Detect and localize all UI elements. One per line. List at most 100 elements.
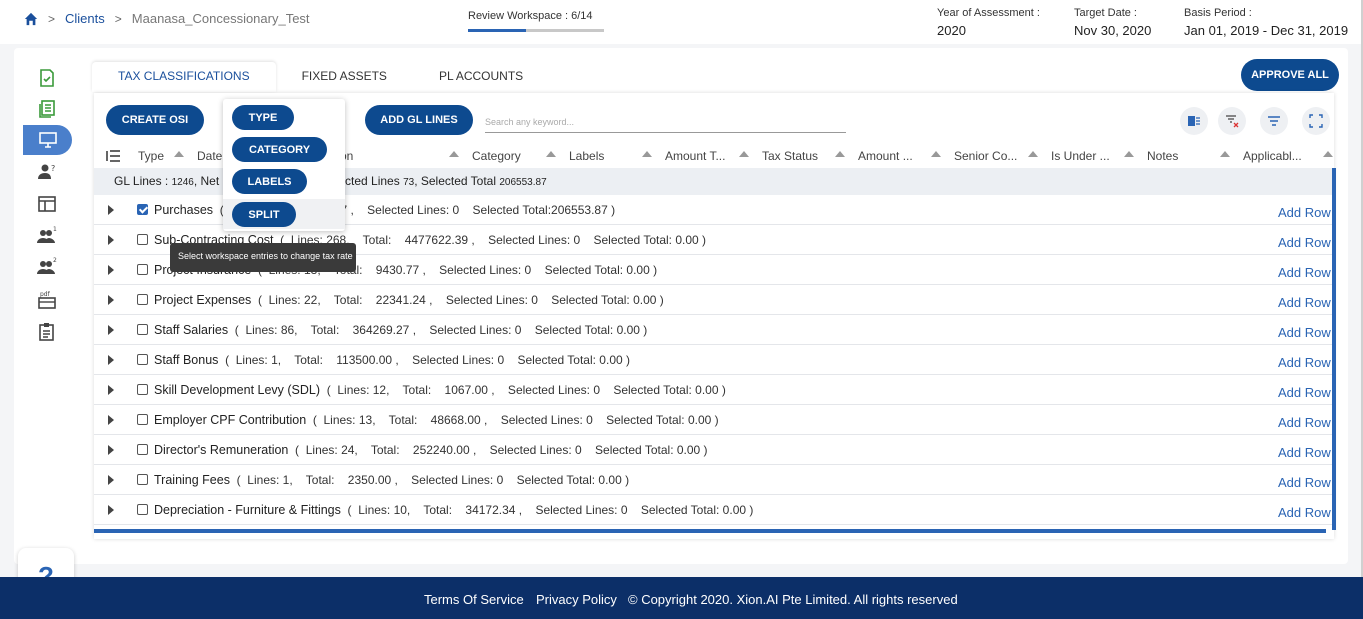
row-detail: ( Lines: 1, Total: 2350.00 , Selected Li… xyxy=(229,473,630,487)
table-row[interactable]: Skill Development Levy (SDL) ( Lines: 12… xyxy=(94,375,1332,405)
expand-icon[interactable] xyxy=(108,205,114,215)
table-row[interactable]: Staff Salaries ( Lines: 86, Total: 36426… xyxy=(94,315,1332,345)
filter-icon xyxy=(1268,116,1280,126)
privacy-link[interactable]: Privacy Policy xyxy=(536,592,617,607)
clear-filter-button[interactable] xyxy=(1218,107,1246,135)
column-header-amount[interactable]: Amount ... xyxy=(835,149,913,163)
add-row-link[interactable]: Add Row xyxy=(1278,205,1331,220)
column-header-labels[interactable]: Labels xyxy=(546,149,604,163)
sidebar-item-layout[interactable] xyxy=(23,189,71,219)
expand-icon[interactable] xyxy=(108,445,114,455)
add-row-link[interactable]: Add Row xyxy=(1278,475,1331,490)
menu-split-button[interactable]: SPLIT xyxy=(232,202,296,227)
expand-icon[interactable] xyxy=(108,415,114,425)
terms-link[interactable]: Terms Of Service xyxy=(424,592,524,607)
table-row[interactable]: Employer CPF Contribution ( Lines: 13, T… xyxy=(94,405,1332,435)
sidebar-item-clipboard[interactable] xyxy=(23,317,71,347)
svg-text:?: ? xyxy=(51,164,55,173)
menu-category-button[interactable]: CATEGORY xyxy=(232,137,327,162)
expand-icon[interactable] xyxy=(108,355,114,365)
row-checkbox[interactable] xyxy=(137,474,148,485)
target-date: Target Date : Nov 30, 2020 xyxy=(1074,7,1151,38)
row-options-icon[interactable] xyxy=(106,150,120,162)
sidebar-item-workspace[interactable] xyxy=(23,125,72,155)
table-row[interactable]: Project Expenses ( Lines: 22, Total: 223… xyxy=(94,285,1332,315)
horizontal-scrollbar[interactable] xyxy=(94,529,1326,533)
progress-track xyxy=(468,29,604,32)
row-checkbox[interactable] xyxy=(137,264,148,275)
row-info: Director's Remuneration ( Lines: 24, Tot… xyxy=(154,443,708,457)
column-header-type[interactable]: Type xyxy=(138,149,184,163)
vertical-scrollbar[interactable] xyxy=(1332,168,1336,530)
breadcrumb-clients-link[interactable]: Clients xyxy=(65,11,105,26)
table-row[interactable]: Director's Remuneration ( Lines: 24, Tot… xyxy=(94,435,1332,465)
add-row-link[interactable]: Add Row xyxy=(1278,385,1331,400)
tab-tax-classifications[interactable]: TAX CLASSIFICATIONS xyxy=(92,62,276,92)
add-row-link[interactable]: Add Row xyxy=(1278,505,1331,520)
row-checkbox[interactable] xyxy=(137,324,148,335)
row-checkbox[interactable] xyxy=(137,384,148,395)
expand-icon[interactable] xyxy=(108,505,114,515)
sidebar-item-user-query[interactable]: ? xyxy=(23,157,71,187)
add-row-link[interactable]: Add Row xyxy=(1278,325,1331,340)
basis-value: Jan 01, 2019 - Dec 31, 2019 xyxy=(1184,23,1349,38)
create-osi-button[interactable]: CREATE OSI xyxy=(106,105,204,135)
expand-icon[interactable] xyxy=(108,325,114,335)
row-checkbox[interactable] xyxy=(137,414,148,425)
column-header-is-under[interactable]: Is Under ... xyxy=(1028,149,1110,163)
fullscreen-icon xyxy=(1309,114,1323,128)
expand-icon[interactable] xyxy=(108,385,114,395)
row-checkbox[interactable] xyxy=(137,354,148,365)
row-checkbox[interactable] xyxy=(137,204,148,215)
tab-fixed-assets[interactable]: FIXED ASSETS xyxy=(276,62,413,92)
menu-labels-button[interactable]: LABELS xyxy=(232,169,307,194)
row-info: Skill Development Levy (SDL) ( Lines: 12… xyxy=(154,383,726,397)
row-info: Training Fees ( Lines: 1, Total: 2350.00… xyxy=(154,473,629,487)
expand-icon[interactable] xyxy=(108,265,114,275)
sidebar-item-users-1[interactable]: 1 xyxy=(23,221,71,251)
fullscreen-button[interactable] xyxy=(1302,107,1330,135)
column-header-tax-status[interactable]: Tax Status xyxy=(739,149,818,163)
column-header-category[interactable]: Category xyxy=(449,149,521,163)
table-row[interactable]: Staff Bonus ( Lines: 1, Total: 113500.00… xyxy=(94,345,1332,375)
row-info: Staff Bonus ( Lines: 1, Total: 113500.00… xyxy=(154,353,630,367)
row-checkbox[interactable] xyxy=(137,234,148,245)
column-header-notes[interactable]: Notes xyxy=(1124,149,1178,163)
row-detail: ( Lines: 13, Total: 48668.00 , Selected … xyxy=(306,413,719,427)
expand-icon[interactable] xyxy=(108,295,114,305)
column-header-senior-co[interactable]: Senior Co... xyxy=(931,149,1017,163)
add-row-link[interactable]: Add Row xyxy=(1278,265,1331,280)
filter-button[interactable] xyxy=(1260,107,1288,135)
expand-icon[interactable] xyxy=(108,235,114,245)
sidebar-item-tasks[interactable] xyxy=(23,63,71,93)
search-input[interactable] xyxy=(485,111,846,133)
add-gl-lines-button[interactable]: ADD GL LINES xyxy=(365,105,473,135)
add-row-link[interactable]: Add Row xyxy=(1278,235,1331,250)
add-row-link[interactable]: Add Row xyxy=(1278,355,1331,370)
table-row[interactable]: Depreciation - Furniture & Fittings ( Li… xyxy=(94,495,1332,525)
sidebar-item-pdf[interactable]: pdf xyxy=(23,285,71,315)
approve-all-button[interactable]: APPROVE ALL xyxy=(1241,59,1339,91)
home-icon[interactable] xyxy=(24,12,38,26)
row-checkbox[interactable] xyxy=(137,294,148,305)
add-row-link[interactable]: Add Row xyxy=(1278,295,1331,310)
sidebar-item-users-2[interactable]: 2 xyxy=(23,252,71,282)
add-row-link[interactable]: Add Row xyxy=(1278,415,1331,430)
column-header-amount-tax[interactable]: Amount T... xyxy=(642,149,725,163)
row-info: Employer CPF Contribution ( Lines: 13, T… xyxy=(154,413,719,427)
column-header-applicable[interactable]: Applicabl... xyxy=(1220,149,1333,163)
table-row[interactable]: Training Fees ( Lines: 1, Total: 2350.00… xyxy=(94,465,1332,495)
tab-pl-accounts[interactable]: PL ACCOUNTS xyxy=(413,62,549,92)
target-label: Target Date : xyxy=(1074,7,1137,19)
menu-type-button[interactable]: TYPE xyxy=(232,105,294,130)
column-settings-button[interactable] xyxy=(1180,107,1208,135)
expand-icon[interactable] xyxy=(108,475,114,485)
row-checkbox[interactable] xyxy=(137,504,148,515)
column-amount-label: Amount ... xyxy=(858,149,913,163)
selected-lines-value: 73 xyxy=(403,177,415,188)
sidebar-item-documents[interactable] xyxy=(23,94,71,124)
column-header-date[interactable]: Date xyxy=(197,149,222,163)
add-row-link[interactable]: Add Row xyxy=(1278,445,1331,460)
row-name: Employer CPF Contribution xyxy=(154,413,307,427)
row-checkbox[interactable] xyxy=(137,444,148,455)
